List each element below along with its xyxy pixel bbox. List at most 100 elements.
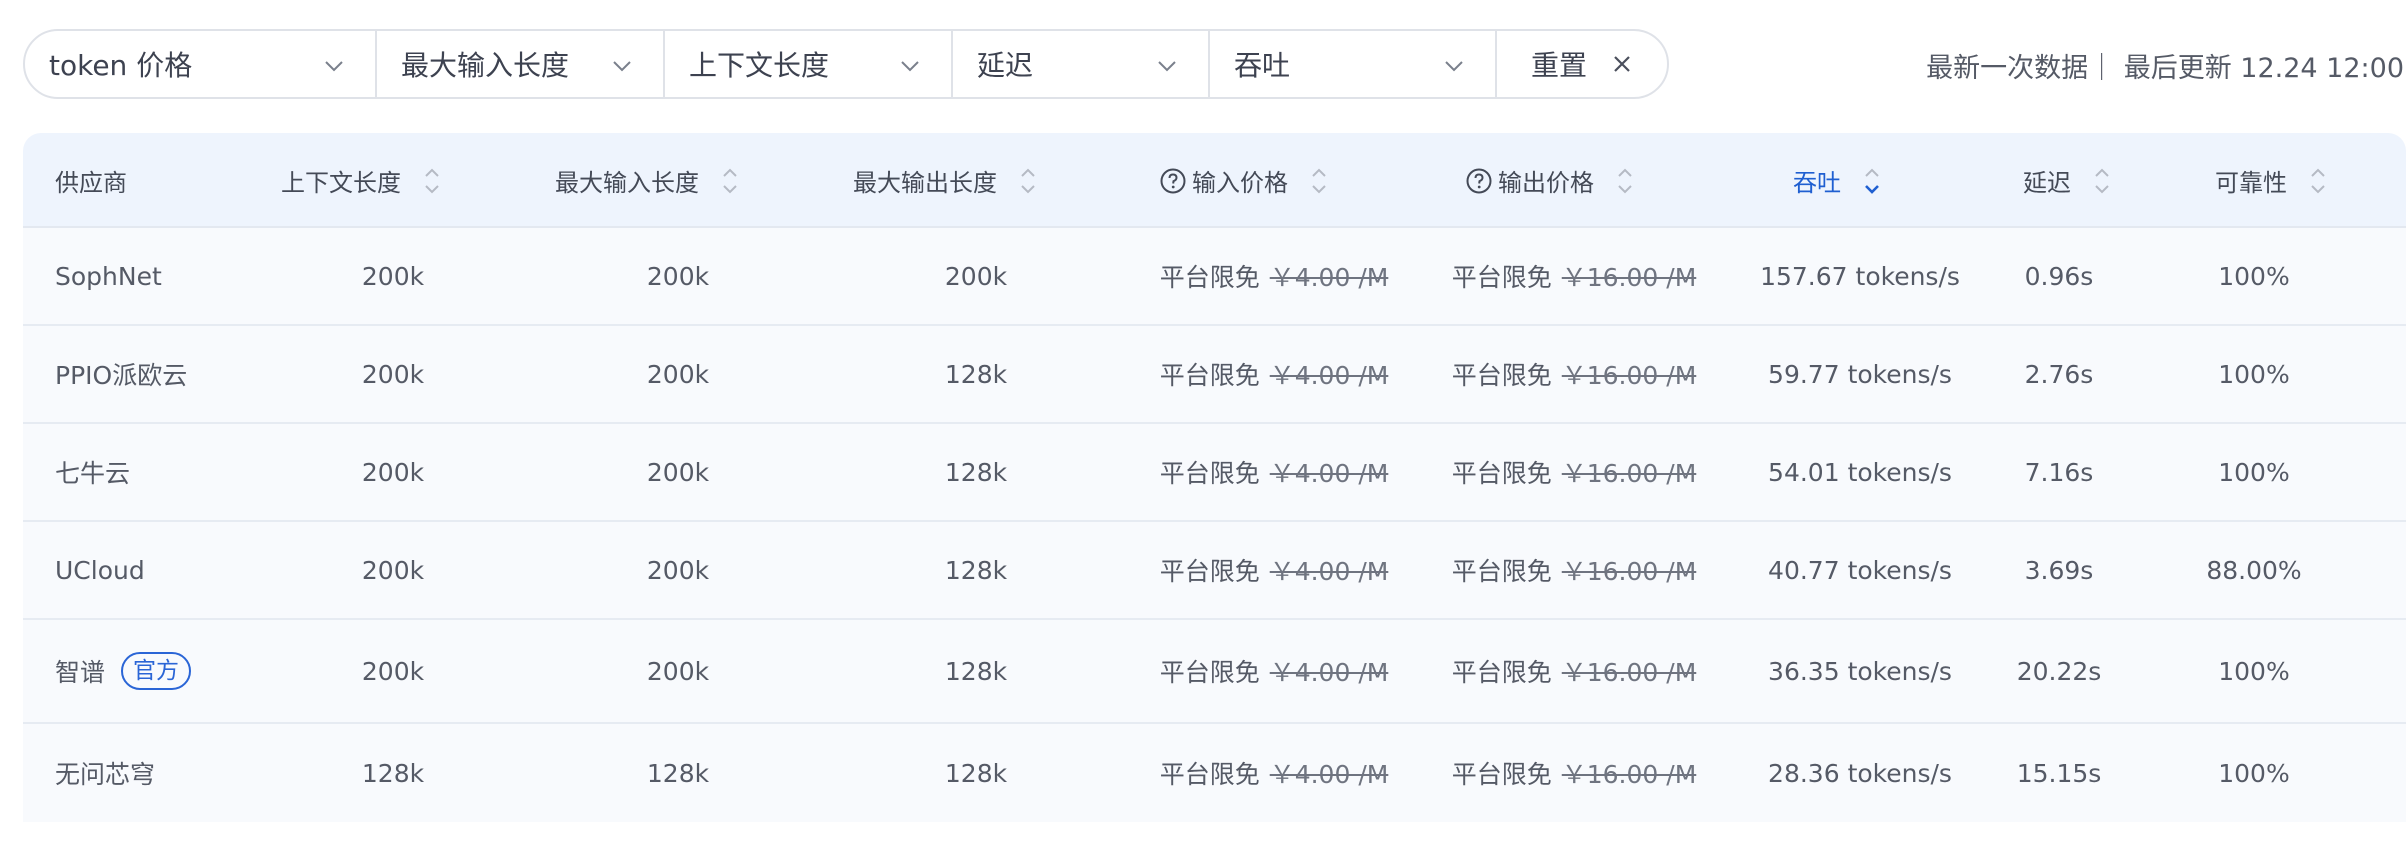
max-output: 200k: [944, 261, 1008, 291]
provider-name[interactable]: 七牛云: [55, 424, 130, 520]
filter-latency[interactable]: 延迟: [953, 31, 1210, 97]
input-price: 平台限免 ￥4.00 /M: [1104, 326, 1444, 422]
provider-name[interactable]: 智谱 官方: [55, 620, 192, 722]
original-price: ￥4.00 /M: [1269, 760, 1389, 789]
header-max-output[interactable]: 最大输出长度: [853, 133, 1037, 228]
header-max-input[interactable]: 最大输入长度: [555, 133, 739, 228]
header-label: 可靠性: [2215, 169, 2287, 197]
close-icon: [1614, 56, 1630, 72]
max-input: 128k: [646, 758, 710, 788]
free-label: 平台限免: [1451, 459, 1552, 488]
table-row[interactable]: 七牛云 200k 200k 128k 平台限免 ￥4.00 /M 平台限免 ￥16.…: [23, 424, 2406, 522]
sort-icon[interactable]: [423, 164, 441, 198]
free-label: 平台限免: [1451, 658, 1552, 687]
table-row[interactable]: SophNet 200k 200k 200k 平台限免 ￥4.00 /M 平台限免…: [23, 228, 2406, 326]
original-price: ￥16.00 /M: [1561, 658, 1697, 687]
input-price: 平台限免 ￥4.00 /M: [1104, 522, 1444, 618]
table-row[interactable]: PPIO派欧云 200k 200k 128k 平台限免 ￥4.00 /M 平台限免…: [23, 326, 2406, 424]
chevron-down-icon: [613, 61, 631, 72]
header-context[interactable]: 上下文长度: [281, 133, 441, 228]
header-reliability[interactable]: 可靠性: [2215, 133, 2327, 228]
context-length: 200k: [361, 457, 425, 487]
original-price: ￥4.00 /M: [1269, 263, 1389, 292]
reliability: 100%: [2218, 457, 2290, 487]
chevron-down-icon: [325, 61, 343, 72]
chevron-down-icon: [901, 61, 919, 72]
context-length: 200k: [361, 555, 425, 585]
sort-desc-icon[interactable]: [1863, 164, 1881, 198]
free-label: 平台限免: [1451, 361, 1552, 390]
reset-button[interactable]: 重置: [1497, 31, 1667, 97]
free-label: 平台限免: [1159, 760, 1260, 789]
header-latency[interactable]: 延迟: [2023, 133, 2111, 228]
max-output: 128k: [944, 359, 1008, 389]
header-output-price[interactable]: 输出价格: [1466, 133, 1634, 228]
latency: 3.69s: [2024, 555, 2094, 585]
free-label: 平台限免: [1159, 557, 1260, 586]
input-price: 平台限免 ￥4.00 /M: [1104, 620, 1444, 722]
table-row[interactable]: UCloud 200k 200k 128k 平台限免 ￥4.00 /M 平台限免 ￥…: [23, 522, 2406, 620]
table-row[interactable]: 无问芯穹 128k 128k 128k 平台限免 ￥4.00 /M 平台限免 ￥16…: [23, 724, 2406, 822]
context-length: 200k: [361, 261, 425, 291]
provider-name[interactable]: SophNet: [55, 228, 162, 324]
provider-name[interactable]: PPIO派欧云: [55, 326, 187, 422]
sort-icon[interactable]: [2093, 164, 2111, 198]
max-output: 128k: [944, 758, 1008, 788]
latency: 2.76s: [2024, 359, 2094, 389]
header-label: 吞吐: [1793, 169, 1841, 197]
filter-bar: token 价格 最大输入长度 上下文长度 延迟 吞吐 重置: [23, 29, 1669, 99]
filter-token-price[interactable]: token 价格: [25, 31, 377, 97]
provider-name[interactable]: 无问芯穹: [55, 724, 155, 822]
header-label: 输入价格: [1192, 169, 1288, 197]
sort-icon[interactable]: [1310, 164, 1328, 198]
filter-throughput[interactable]: 吞吐: [1210, 31, 1497, 97]
max-output: 128k: [944, 555, 1008, 585]
provider-name[interactable]: UCloud: [55, 522, 145, 618]
free-label: 平台限免: [1159, 658, 1260, 687]
original-price: ￥4.00 /M: [1269, 557, 1389, 586]
original-price: ￥16.00 /M: [1561, 760, 1697, 789]
header-label: 最大输出长度: [853, 169, 997, 197]
free-label: 平台限免: [1451, 760, 1552, 789]
filter-label: 上下文长度: [689, 49, 830, 82]
header-label: 供应商: [55, 169, 127, 197]
reliability: 100%: [2218, 359, 2290, 389]
original-price: ￥16.00 /M: [1561, 557, 1697, 586]
max-input: 200k: [646, 656, 710, 686]
reset-label: 重置: [1531, 49, 1588, 82]
sort-icon[interactable]: [2309, 164, 2327, 198]
header-label: 延迟: [2023, 169, 2071, 197]
question-circle-icon[interactable]: [1466, 168, 1492, 194]
max-input: 200k: [646, 261, 710, 291]
original-price: ￥4.00 /M: [1269, 658, 1389, 687]
provider-label: 智谱: [55, 658, 106, 687]
filter-label: 最大输入长度: [401, 49, 570, 82]
max-input: 200k: [646, 555, 710, 585]
filter-label: 吞吐: [1234, 49, 1291, 82]
filter-context-length[interactable]: 上下文长度: [665, 31, 953, 97]
sort-icon[interactable]: [1616, 164, 1634, 198]
header-throughput[interactable]: 吞吐: [1793, 133, 1881, 228]
header-provider: 供应商: [55, 133, 127, 228]
free-label: 平台限免: [1159, 361, 1260, 390]
max-input: 200k: [646, 457, 710, 487]
table-row[interactable]: 智谱 官方 200k 200k 128k 平台限免 ￥4.00 /M 平台限免 ￥1…: [23, 620, 2406, 724]
reliability: 88.00%: [2206, 555, 2302, 585]
original-price: ￥4.00 /M: [1269, 459, 1389, 488]
header-label: 最大输入长度: [555, 169, 699, 197]
provider-table: 供应商 上下文长度 最大输入长度 最大输出长度 输入价格 输出价格 吞吐 延迟 …: [23, 133, 2406, 822]
header-label: 输出价格: [1498, 169, 1594, 197]
sort-icon[interactable]: [1019, 164, 1037, 198]
chevron-down-icon: [1445, 61, 1463, 72]
filter-label: 延迟: [977, 49, 1034, 82]
max-output: 128k: [944, 457, 1008, 487]
input-price: 平台限免 ￥4.00 /M: [1104, 228, 1444, 324]
latency: 15.15s: [2016, 758, 2102, 788]
max-input: 200k: [646, 359, 710, 389]
sort-icon[interactable]: [721, 164, 739, 198]
header-input-price[interactable]: 输入价格: [1160, 133, 1328, 228]
question-circle-icon[interactable]: [1160, 168, 1186, 194]
original-price: ￥4.00 /M: [1269, 361, 1389, 390]
filter-max-input[interactable]: 最大输入长度: [377, 31, 665, 97]
reliability: 100%: [2218, 261, 2290, 291]
